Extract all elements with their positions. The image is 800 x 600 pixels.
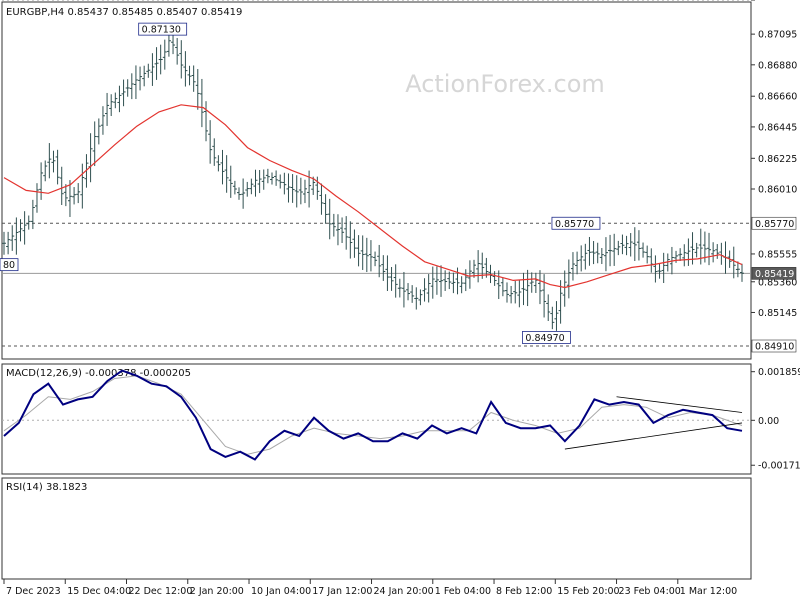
price-level-tag: 0.84910: [755, 342, 794, 353]
time-tick-label: 23 Feb 04:00: [619, 586, 681, 597]
price-tick-label: 0.86660: [758, 92, 797, 103]
price-level-tag: 0.85770: [755, 219, 794, 230]
time-tick-label: 10 Jan 04:00: [251, 586, 311, 597]
price-annotation-label: 80: [3, 260, 15, 271]
time-tick-label: 7 Dec 2023: [6, 586, 61, 597]
watermark: ActionForex.com: [405, 70, 605, 98]
time-tick-label: 15 Dec 04:00: [67, 586, 131, 597]
price-annotation-label: 0.85770: [555, 219, 594, 230]
time-tick-label: 15 Feb 20:00: [557, 586, 619, 597]
price-level-tag: 0.85419: [755, 269, 794, 280]
price-annotation-label: 0.84970: [525, 333, 564, 344]
macd-tick-label: -0.001718: [758, 461, 800, 472]
price-tick-label: 0.85145: [758, 308, 797, 319]
rsi-panel-title: RSI(14) 38.1823: [6, 482, 87, 493]
time-tick-label: 22 Dec 12:00: [129, 586, 193, 597]
price-tick-label: 0.86225: [758, 154, 797, 165]
price-panel-title: EURGBP,H4 0.85437 0.85485 0.85407 0.8541…: [6, 7, 242, 18]
price-tick-label: 0.85555: [758, 249, 797, 260]
time-tick-label: 17 Jan 12:00: [312, 586, 372, 597]
macd-panel-title: MACD(12,26,9) -0.000378 -0.000205: [6, 368, 191, 379]
rsi-tick-label: 0: [758, 0, 764, 3]
time-tick-label: 2 Jan 20:00: [190, 586, 244, 597]
time-tick-label: 24 Jan 20:00: [374, 586, 434, 597]
price-tick-label: 0.86445: [758, 122, 797, 133]
macd-tick-label: 0.00: [758, 416, 779, 427]
price-tick-label: 0.86010: [758, 185, 797, 196]
price-annotation-label: 0.87130: [142, 25, 181, 36]
chart-canvas: ActionForex.com EURGBP,H4 0.85437 0.8548…: [0, 0, 800, 600]
time-tick-label: 1 Feb 04:00: [435, 586, 491, 597]
time-tick-label: 1 Mar 12:00: [680, 586, 737, 597]
price-tick-label: 0.86880: [758, 60, 797, 71]
macd-tick-label: 0.001859: [758, 367, 800, 378]
time-tick-label: 8 Feb 12:00: [496, 586, 552, 597]
price-tick-label: 0.87095: [758, 30, 797, 41]
